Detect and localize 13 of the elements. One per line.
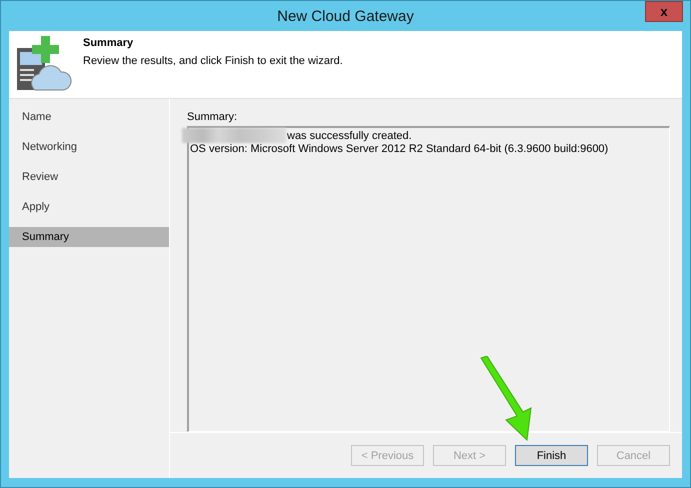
summary-label: Summary: bbox=[187, 111, 238, 123]
header-description: Review the results, and click Finish to exit the wizard. bbox=[83, 55, 343, 67]
window-title: New Cloud Gateway bbox=[277, 8, 414, 24]
wizard-step[interactable]: Name bbox=[9, 107, 169, 127]
summary-line: was successfully created. bbox=[287, 130, 412, 142]
wizard-step[interactable]: Networking bbox=[9, 137, 169, 157]
wizard-step[interactable]: Review bbox=[9, 167, 169, 187]
wizard-step[interactable]: Apply bbox=[9, 197, 169, 217]
summary-line: OS version: Microsoft Windows Server 2012 R2 Standard 64-bit (6.3.9600 build:9600) bbox=[190, 142, 608, 154]
close-button[interactable]: x bbox=[645, 1, 683, 22]
header-title: Summary bbox=[83, 37, 134, 49]
wizard-step[interactable]: Summary bbox=[9, 227, 169, 247]
wizard-button[interactable]: Finish bbox=[515, 445, 588, 466]
